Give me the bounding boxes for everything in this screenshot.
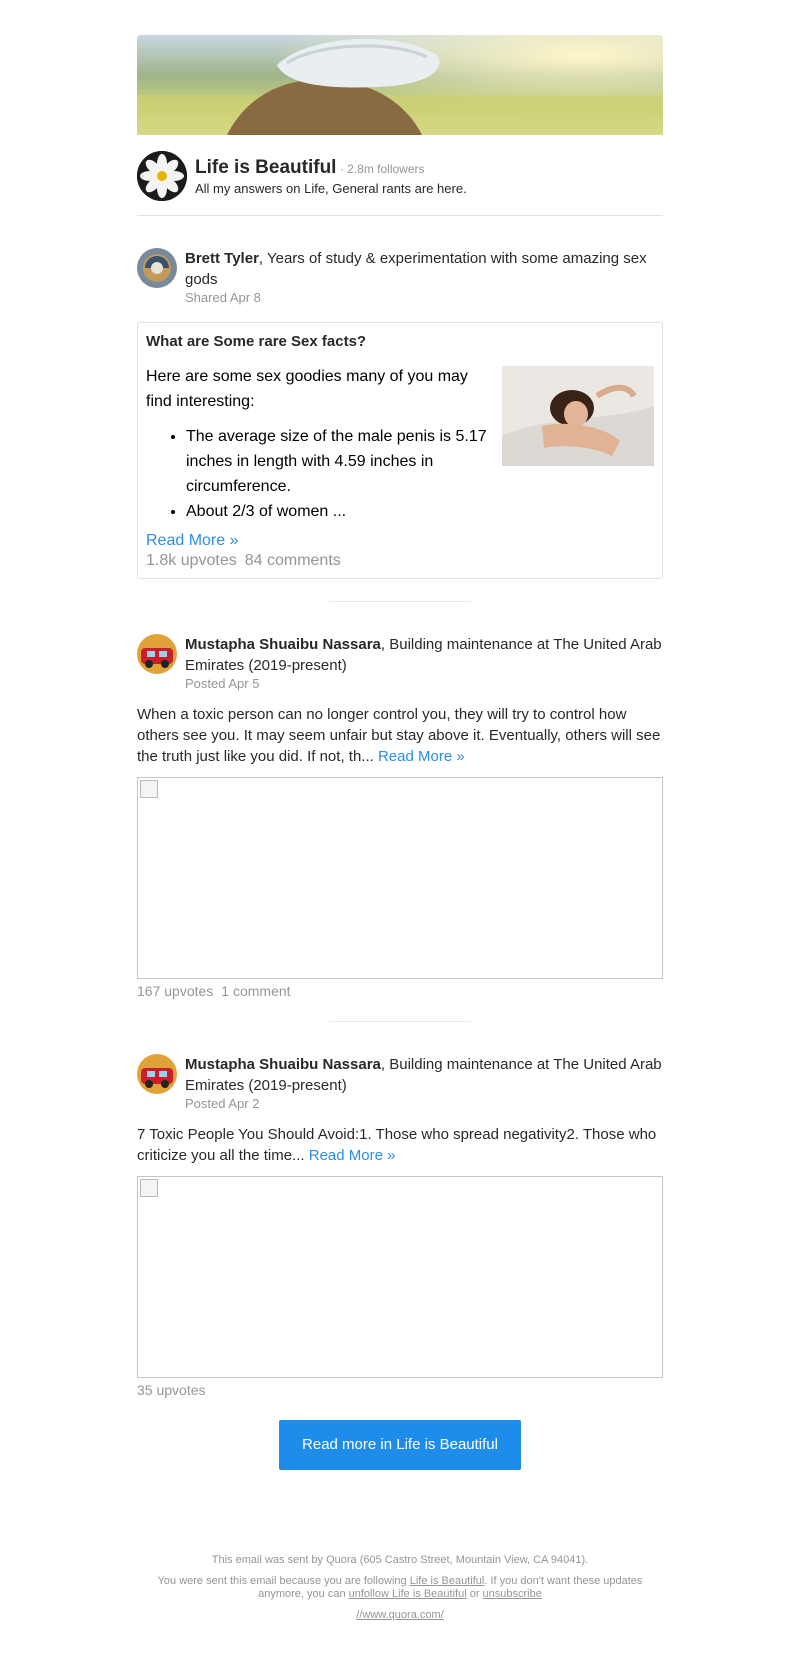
- post-text: 7 Toxic People You Should Avoid:1. Those…: [137, 1124, 663, 1166]
- comment-count[interactable]: 1 comment: [221, 983, 290, 999]
- read-more-link[interactable]: Read More »: [309, 1147, 396, 1164]
- author-row: Mustapha Shuaibu Nassara, Building maint…: [137, 1054, 663, 1112]
- upvote-count[interactable]: 1.8k upvotes: [146, 552, 237, 569]
- footer-text: You were sent this email because you are…: [157, 1575, 410, 1587]
- broken-image-icon: [140, 780, 158, 798]
- footer-address: This email was sent by Quora (605 Castro…: [211, 1554, 589, 1566]
- quora-home-link[interactable]: //www.quora.com/: [356, 1609, 443, 1621]
- post-text: When a toxic person can no longer contro…: [137, 704, 663, 767]
- broken-image-icon: [140, 1179, 158, 1197]
- list-item: The average size of the male penis is 5.…: [186, 424, 492, 499]
- footer-reason: You were sent this email because you are…: [137, 1575, 663, 1601]
- post-body: 7 Toxic People You Should Avoid:1. Those…: [137, 1126, 657, 1164]
- space-title[interactable]: Life is Beautiful: [195, 157, 336, 178]
- space-avatar[interactable]: [137, 151, 187, 201]
- author-name[interactable]: Brett Tyler: [185, 250, 259, 267]
- avatar[interactable]: [137, 1054, 177, 1094]
- author-row: Brett Tyler, Years of study & experiment…: [137, 248, 663, 306]
- upvote-count[interactable]: 35 upvotes: [137, 1382, 206, 1398]
- shared-answer-card[interactable]: What are Some rare Sex facts? Here are s…: [137, 322, 663, 579]
- comment-count[interactable]: 84 comments: [245, 552, 341, 569]
- story-shared: Brett Tyler, Years of study & experiment…: [137, 216, 663, 579]
- email-footer: This email was sent by Quora (605 Castro…: [137, 1554, 663, 1622]
- avatar[interactable]: [137, 248, 177, 288]
- list-item: About 2/3 of women ...: [186, 499, 492, 524]
- post-stats: 35 upvotes: [137, 1382, 663, 1398]
- question-title[interactable]: What are Some rare Sex facts?: [146, 333, 654, 350]
- read-more-link[interactable]: Read More »: [146, 532, 239, 549]
- post-date: Posted Apr 2: [185, 1096, 260, 1111]
- email-container: Life is Beautiful · 2.8m followers All m…: [137, 0, 663, 1622]
- answer-intro: Here are some sex goodies many of you ma…: [146, 368, 468, 410]
- author-row: Mustapha Shuaibu Nassara, Building maint…: [137, 634, 663, 692]
- post-date: Posted Apr 5: [185, 676, 260, 691]
- space-link[interactable]: Life is Beautiful: [410, 1575, 485, 1587]
- story-post: Mustapha Shuaibu Nassara, Building maint…: [137, 602, 663, 999]
- post-date: Shared Apr 8: [185, 290, 261, 305]
- answer-bullet-list: The average size of the male penis is 5.…: [146, 424, 492, 524]
- post-image[interactable]: [137, 777, 663, 979]
- upvote-count[interactable]: 167 upvotes: [137, 983, 213, 999]
- story-post: Mustapha Shuaibu Nassara, Building maint…: [137, 1022, 663, 1398]
- footer-text: or: [466, 1588, 483, 1600]
- space-header: Life is Beautiful · 2.8m followers All m…: [137, 135, 663, 216]
- space-description: All my answers on Life, General rants ar…: [195, 180, 467, 196]
- answer-thumbnail: [502, 366, 654, 466]
- post-stats: 167 upvotes 1 comment: [137, 983, 663, 999]
- answer-stats: 1.8k upvotes 84 comments: [146, 552, 654, 570]
- unsubscribe-link[interactable]: unsubscribe: [483, 1588, 542, 1600]
- read-more-link[interactable]: Read More »: [378, 748, 465, 765]
- space-banner-image: [137, 35, 663, 135]
- author-name[interactable]: Mustapha Shuaibu Nassara: [185, 1056, 381, 1073]
- space-followers: · 2.8m followers: [336, 161, 425, 176]
- read-more-space-button[interactable]: Read more in Life is Beautiful: [279, 1420, 521, 1470]
- author-name[interactable]: Mustapha Shuaibu Nassara: [185, 636, 381, 653]
- post-image[interactable]: [137, 1176, 663, 1378]
- avatar[interactable]: [137, 634, 177, 674]
- unfollow-link[interactable]: unfollow Life is Beautiful: [349, 1588, 467, 1600]
